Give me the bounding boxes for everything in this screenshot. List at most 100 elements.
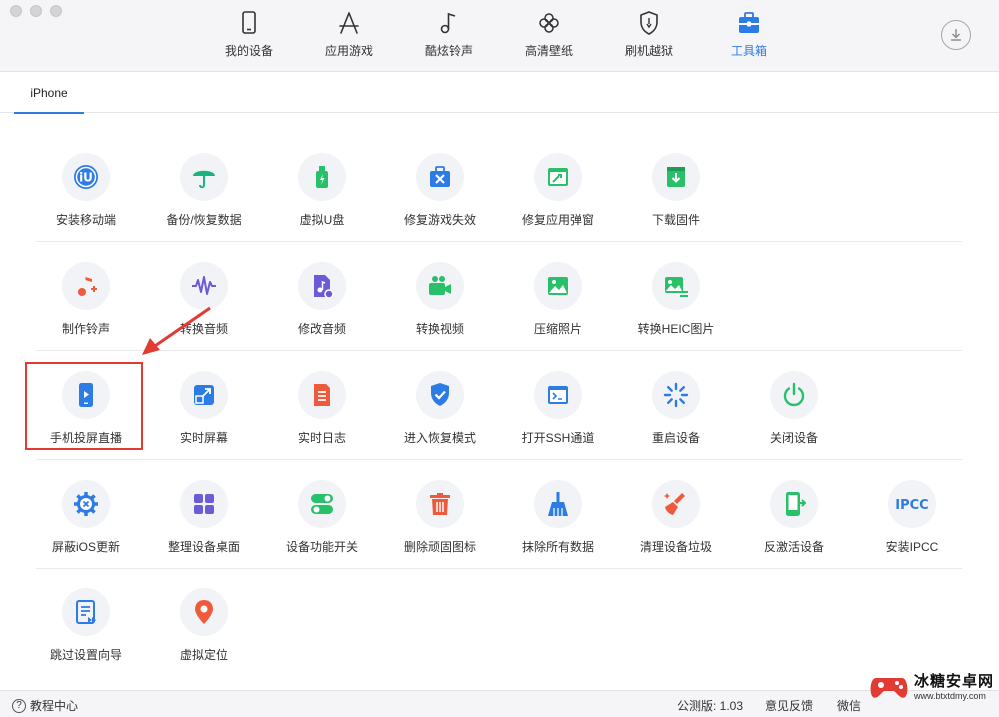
tool-download-firmware[interactable]: 下载固件 xyxy=(617,137,735,237)
status-bar: ? 教程中心 公测版: 1.03 意见反馈 微信 xyxy=(0,690,999,717)
nav-apps-games[interactable]: 应用游戏 xyxy=(299,10,399,64)
wechat-link[interactable]: 微信 xyxy=(837,697,861,714)
tool-convert-video[interactable]: 转换视频 xyxy=(381,246,499,346)
tool-label: 抹除所有数据 xyxy=(521,540,594,554)
tool-compress-photo[interactable]: 压缩照片 xyxy=(499,246,617,346)
ringtone-plus-icon xyxy=(78,277,97,296)
shield-check-icon xyxy=(431,383,449,406)
ipcc-icon-text: IPCC xyxy=(895,498,928,513)
device-tabs: iPhone xyxy=(0,73,999,114)
nav-ringtones[interactable]: 酷炫铃声 xyxy=(399,10,499,64)
terminal-window-icon xyxy=(548,386,568,404)
tool-label: 虚拟定位 xyxy=(179,648,228,662)
row-divider xyxy=(36,350,962,351)
nav-label: 工具箱 xyxy=(730,44,767,58)
tool-label: 修复游戏失效 xyxy=(403,213,476,227)
tool-row: 手机投屏直播 实时屏幕 实时日志 进入恢复模式 打开SSH通道 重启设备 关闭设… xyxy=(0,355,999,464)
tool-install-ipcc[interactable]: IPCC 安装IPCC xyxy=(853,464,971,564)
question-icon: ? xyxy=(12,698,26,713)
close-window-button[interactable] xyxy=(10,5,22,17)
tool-block-ios-update[interactable]: 屏蔽iOS更新 xyxy=(27,464,145,564)
tool-clean-junk[interactable]: 清理设备垃圾 xyxy=(617,464,735,564)
tool-make-ringtone[interactable]: 制作铃声 xyxy=(27,246,145,346)
broom-icon xyxy=(548,492,568,516)
tool-edit-audio[interactable]: 修改音频 xyxy=(263,246,381,346)
tool-install-mobile[interactable]: iU 安装移动端 xyxy=(27,137,145,237)
tool-feature-switch[interactable]: 设备功能开关 xyxy=(263,464,381,564)
tool-label: 跳过设置向导 xyxy=(49,648,122,662)
nav-label: 我的设备 xyxy=(224,44,273,58)
tool-label: 删除顽固图标 xyxy=(403,540,476,554)
tool-label: 手机投屏直播 xyxy=(49,431,122,445)
tool-label: 整理设备桌面 xyxy=(167,540,240,554)
tutorial-center-link[interactable]: ? 教程中心 xyxy=(12,697,78,714)
gamepad-logo-icon xyxy=(870,678,908,698)
tutorial-center-label: 教程中心 xyxy=(30,699,79,713)
tool-delete-icons[interactable]: 删除顽固图标 xyxy=(381,464,499,564)
tool-erase-data[interactable]: 抹除所有数据 xyxy=(499,464,617,564)
tool-virtual-location[interactable]: 虚拟定位 xyxy=(145,572,263,672)
tool-label: 转换HEIC图片 xyxy=(637,322,715,336)
tool-fix-game[interactable]: 修复游戏失效 xyxy=(381,137,499,237)
tool-convert-audio[interactable]: 转换音频 xyxy=(145,246,263,346)
version-label: 公测版: 1.03 xyxy=(677,699,744,713)
phone-icon xyxy=(242,11,256,34)
site-watermark: 冰糖安卓网 www.btxtdmy.com xyxy=(868,653,999,717)
nav-flash-jailbreak[interactable]: 刷机越狱 xyxy=(599,10,699,64)
tool-virtual-udisk[interactable]: 虚拟U盘 xyxy=(263,137,381,237)
iu-logo-icon: iU xyxy=(74,165,98,189)
tool-open-ssh[interactable]: 打开SSH通道 xyxy=(499,355,617,455)
nav-label: 高清壁纸 xyxy=(524,44,573,58)
tool-label: 打开SSH通道 xyxy=(521,431,595,445)
tool-label: 修复应用弹窗 xyxy=(521,213,594,227)
feedback-link[interactable]: 意见反馈 xyxy=(765,697,813,714)
app-store-icon xyxy=(339,12,359,34)
row-divider xyxy=(36,241,962,242)
tool-backup-restore[interactable]: 备份/恢复数据 xyxy=(145,137,263,237)
tool-label: 清理设备垃圾 xyxy=(639,540,712,554)
minimize-window-button[interactable] xyxy=(30,5,42,17)
tool-shutdown-device[interactable]: 关闭设备 xyxy=(735,355,853,455)
tool-realtime-screen[interactable]: 实时屏幕 xyxy=(145,355,263,455)
watermark-title: 冰糖安卓网 xyxy=(914,672,995,690)
tool-label: 虚拟U盘 xyxy=(299,213,345,227)
tool-label: 下载固件 xyxy=(651,213,700,227)
nav-my-device[interactable]: 我的设备 xyxy=(199,10,299,64)
tool-label: 设备功能开关 xyxy=(285,540,358,554)
tool-row: 制作铃声 转换音频 修改音频 转换视频 压缩照片 转换HEIC图片 xyxy=(0,246,999,355)
toggle-icon xyxy=(311,494,333,514)
tool-row: 屏蔽iOS更新 整理设备桌面 设备功能开关 删除顽固图标 抹除所有数据 清理设备… xyxy=(0,464,999,573)
tool-realtime-log[interactable]: 实时日志 xyxy=(263,355,381,455)
spinner-icon xyxy=(663,382,689,408)
main-nav: 我的设备 应用游戏 酷炫铃声 高清壁纸 刷机越狱 工具箱 xyxy=(199,10,799,64)
tool-screen-mirror-live[interactable]: 手机投屏直播 xyxy=(27,355,145,455)
title-bar: 我的设备 应用游戏 酷炫铃声 高清壁纸 刷机越狱 工具箱 xyxy=(0,0,999,72)
gear-x-icon xyxy=(74,492,98,516)
row-divider xyxy=(36,459,962,460)
tool-reboot-device[interactable]: 重启设备 xyxy=(617,355,735,455)
nav-toolbox[interactable]: 工具箱 xyxy=(699,10,799,64)
tool-organize-desktop[interactable]: 整理设备桌面 xyxy=(145,464,263,564)
umbrella-icon xyxy=(193,170,215,189)
photo-icon xyxy=(548,277,568,295)
tool-label: 转换音频 xyxy=(179,322,228,336)
tool-skip-setup[interactable]: 跳过设置向导 xyxy=(27,572,145,672)
nav-label: 刷机越狱 xyxy=(624,44,673,58)
nav-wallpapers[interactable]: 高清壁纸 xyxy=(499,10,599,64)
tool-convert-heic[interactable]: 转换HEIC图片 xyxy=(617,246,735,346)
tool-fix-popup[interactable]: 修复应用弹窗 xyxy=(499,137,617,237)
flower-icon xyxy=(539,13,559,33)
usb-drive-icon xyxy=(316,166,328,188)
window-controls xyxy=(10,5,62,17)
tool-label: 压缩照片 xyxy=(533,322,582,336)
tool-label: 备份/恢复数据 xyxy=(166,213,242,227)
tool-recovery-mode[interactable]: 进入恢复模式 xyxy=(381,355,499,455)
zoom-window-button[interactable] xyxy=(50,5,62,17)
phone-play-icon xyxy=(79,383,93,407)
music-note-icon xyxy=(440,12,456,34)
watermark-url: www.btxtdmy.com xyxy=(914,690,986,701)
tool-deactivate-device[interactable]: 反激活设备 xyxy=(735,464,853,564)
brush-clean-icon xyxy=(664,493,685,515)
download-button[interactable] xyxy=(941,20,971,50)
tab-iphone[interactable]: iPhone xyxy=(14,73,84,114)
